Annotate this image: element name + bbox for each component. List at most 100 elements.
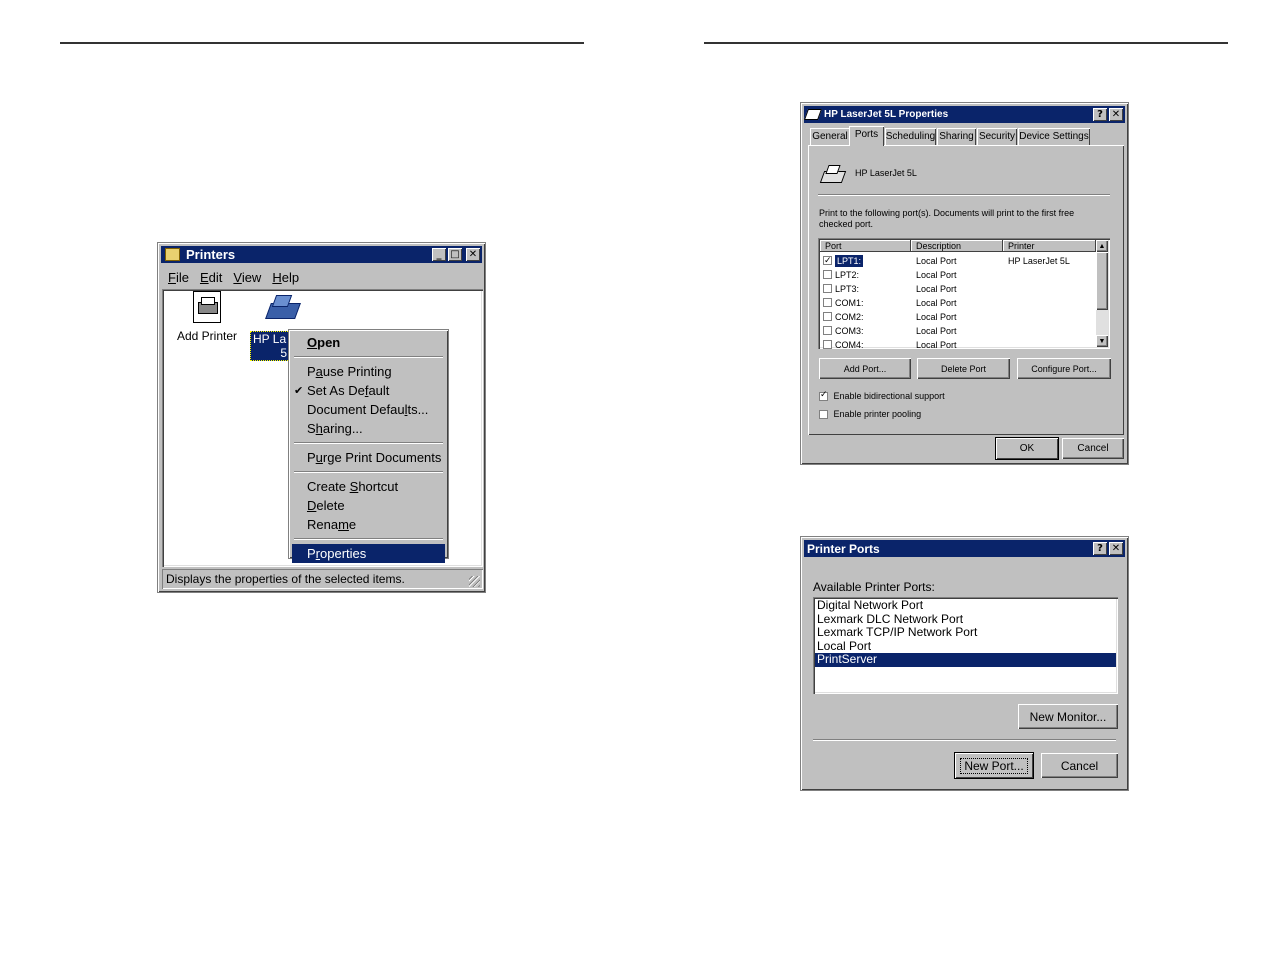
maximize-button[interactable]: □ <box>448 248 462 261</box>
ports-scrollbar[interactable]: ▲ ▼ <box>1096 240 1108 347</box>
tab-sharing[interactable]: Sharing <box>937 128 976 145</box>
ports-listbox-items: Digital Network Port Lexmark DLC Network … <box>815 598 1116 667</box>
menu-item-set-as-default[interactable]: ✔ Set As Default <box>292 381 445 400</box>
menu-item-create-shortcut[interactable]: Create Shortcut <box>292 477 445 496</box>
bidirectional-option[interactable]: Enable bidirectional support <box>819 390 945 402</box>
cancel-button[interactable]: Cancel <box>1062 438 1124 459</box>
table-row[interactable]: COM3: Local Port <box>820 324 1096 338</box>
list-item[interactable]: Lexmark TCP/IP Network Port <box>815 625 1116 640</box>
description-cell: Local Port <box>916 340 957 349</box>
bidirectional-checkbox[interactable] <box>819 390 828 402</box>
port-cell: LPT1: <box>835 255 864 267</box>
menu-item-label: Document Defaults... <box>307 402 429 417</box>
titlebar-printer-icon <box>803 109 823 120</box>
menu-item-label: Purge Print Documents <box>307 450 442 465</box>
close-button[interactable]: ✕ <box>1109 542 1123 555</box>
help-button[interactable]: ? <box>1093 108 1107 121</box>
description-cell: Local Port <box>916 284 957 294</box>
hp-printer-item[interactable]: HP La 5 <box>250 291 316 361</box>
top-rule-right <box>704 42 1228 44</box>
col-header-port[interactable]: Port <box>820 240 911 252</box>
menu-item-open[interactable]: Open <box>292 333 445 352</box>
col-header-printer[interactable]: Printer <box>1003 240 1096 252</box>
menu-separator <box>294 356 443 358</box>
available-ports-label: Available Printer Ports: <box>813 580 935 594</box>
table-row[interactable]: LPT2: Local Port <box>820 268 1096 282</box>
menu-help[interactable]: Help <box>272 270 299 285</box>
close-button[interactable]: ✕ <box>1109 108 1123 121</box>
size-grip-icon[interactable] <box>469 576 480 587</box>
scroll-up-button[interactable]: ▲ <box>1096 240 1108 252</box>
port-cell: COM2: <box>835 312 864 322</box>
properties-titlebar[interactable]: HP LaserJet 5L Properties ? ✕ <box>803 106 1125 123</box>
table-row[interactable]: COM4: Local Port <box>820 338 1096 349</box>
scroll-thumb[interactable] <box>1096 252 1108 310</box>
menu-item-purge-print-documents[interactable]: Purge Print Documents <box>292 448 445 467</box>
status-text: Displays the properties of the selected … <box>166 572 405 586</box>
menu-item-pause-printing[interactable]: Pause Printing <box>292 362 445 381</box>
list-item[interactable]: Lexmark DLC Network Port <box>815 612 1116 627</box>
menu-separator <box>294 471 443 473</box>
add-port-button[interactable]: Add Port... <box>819 358 911 379</box>
new-port-button[interactable]: New Port... <box>955 753 1033 778</box>
configure-port-button[interactable]: Configure Port... <box>1017 358 1111 379</box>
printer-cell: HP LaserJet 5L <box>1008 256 1070 266</box>
tab-scheduling[interactable]: Scheduling <box>885 128 936 145</box>
menu-item-rename[interactable]: Rename <box>292 515 445 534</box>
top-rule-left <box>60 42 584 44</box>
ports-list-header: Port Description Printer <box>820 240 1096 253</box>
tab-ports[interactable]: Ports <box>849 126 884 146</box>
table-row[interactable]: LPT1: Local Port HP LaserJet 5L <box>820 254 1096 268</box>
menu-separator <box>294 442 443 444</box>
table-row[interactable]: COM2: Local Port <box>820 310 1096 324</box>
ok-button[interactable]: OK <box>996 438 1058 459</box>
help-button[interactable]: ? <box>1093 542 1107 555</box>
panel-printer-icon <box>819 163 847 185</box>
menu-item-properties[interactable]: Properties <box>292 544 445 563</box>
menu-item-label: Create Shortcut <box>307 479 399 494</box>
port-checkbox[interactable] <box>823 340 832 349</box>
tab-general[interactable]: General <box>810 128 850 145</box>
port-checkbox[interactable] <box>823 312 832 321</box>
menu-item-document-defaults[interactable]: Document Defaults... <box>292 400 445 419</box>
available-ports-list[interactable]: Digital Network Port Lexmark DLC Network … <box>813 597 1118 694</box>
tab-security[interactable]: Security <box>977 128 1017 145</box>
new-monitor-button[interactable]: New Monitor... <box>1018 704 1118 729</box>
printers-titlebar[interactable]: Printers _ □ ✕ <box>161 246 482 263</box>
tab-device-settings[interactable]: Device Settings <box>1018 128 1090 145</box>
col-header-description[interactable]: Description <box>911 240 1003 252</box>
table-row[interactable]: LPT3: Local Port <box>820 282 1096 296</box>
table-row[interactable]: COM1: Local Port <box>820 296 1096 310</box>
printer-ports-titlebar[interactable]: Printer Ports ? ✕ <box>804 540 1125 557</box>
delete-port-button[interactable]: Delete Port <box>917 358 1010 379</box>
menu-item-label: Properties <box>307 546 367 561</box>
menu-edit[interactable]: Edit <box>200 270 222 285</box>
pooling-checkbox[interactable] <box>819 410 828 420</box>
menu-item-label: Delete <box>307 498 345 513</box>
ports-cancel-button[interactable]: Cancel <box>1041 753 1118 778</box>
add-printer-item[interactable]: Add Printer <box>174 291 240 343</box>
menu-item-delete[interactable]: Delete <box>292 496 445 515</box>
menu-item-label: Open <box>307 335 341 350</box>
list-item[interactable]: Digital Network Port <box>815 598 1116 613</box>
pooling-option[interactable]: Enable printer pooling <box>819 409 921 420</box>
port-checkbox[interactable] <box>823 270 832 279</box>
port-checkbox[interactable] <box>823 298 832 307</box>
menu-item-sharing[interactable]: Sharing... <box>292 419 445 438</box>
printer-icon <box>264 291 301 321</box>
scroll-down-button[interactable]: ▼ <box>1096 335 1108 347</box>
list-item[interactable]: PrintServer <box>815 652 1116 667</box>
close-button[interactable]: ✕ <box>466 248 480 261</box>
list-item[interactable]: Local Port <box>815 639 1116 654</box>
port-checkbox[interactable] <box>823 254 832 268</box>
printer-ports-title: Printer Ports <box>807 541 880 556</box>
minimize-button[interactable]: _ <box>432 248 446 261</box>
add-printer-label: Add Printer <box>176 329 238 343</box>
menu-item-label: Rename <box>307 517 357 532</box>
port-checkbox[interactable] <box>823 284 832 293</box>
port-checkbox[interactable] <box>823 326 832 335</box>
ports-instruction: Print to the following port(s). Document… <box>819 208 1075 229</box>
menu-view[interactable]: View <box>233 270 261 285</box>
description-cell: Local Port <box>916 326 957 336</box>
menu-file[interactable]: File <box>168 270 189 285</box>
